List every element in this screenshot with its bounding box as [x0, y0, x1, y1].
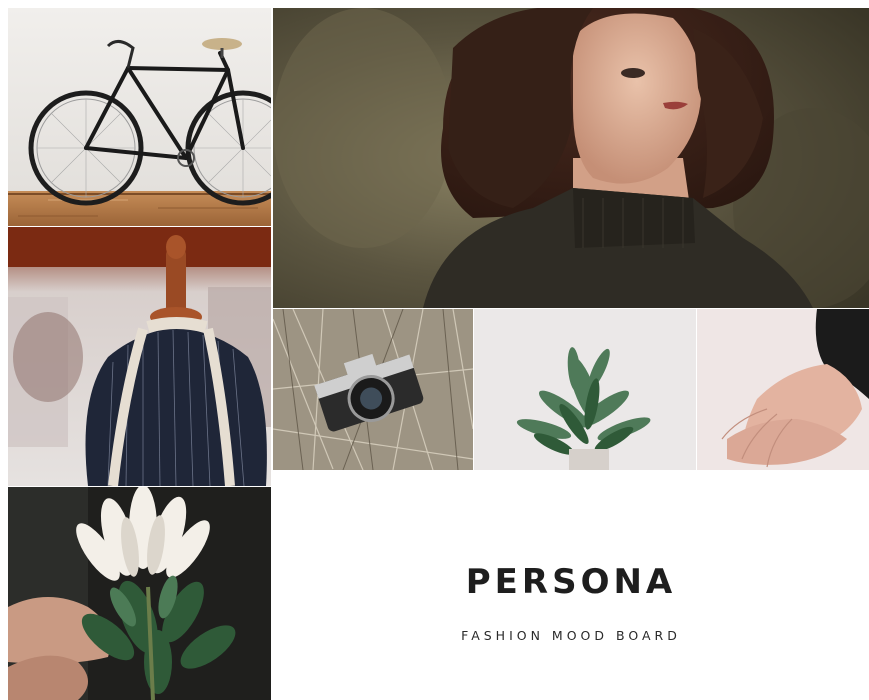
board-subtitle: FASHION MOOD BOARD [461, 628, 681, 643]
portrait-photo [273, 8, 869, 308]
title-block: PERSONA FASHION MOOD BOARD [273, 470, 869, 700]
mannequin-photo [8, 227, 271, 486]
hands-photo [697, 309, 869, 470]
plant-photo [474, 309, 696, 470]
protea-flower-photo [8, 487, 271, 700]
camera-photo [273, 309, 473, 470]
mood-board: PERSONA FASHION MOOD BOARD [0, 0, 869, 700]
bicycle-photo [8, 8, 271, 226]
board-title: PERSONA [465, 562, 677, 602]
